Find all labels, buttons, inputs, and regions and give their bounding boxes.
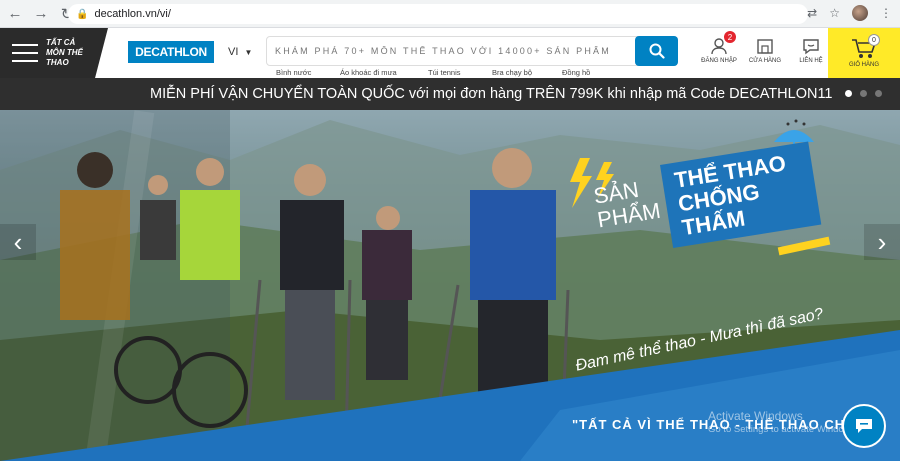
slide-dot[interactable]	[860, 90, 867, 97]
login-label: ĐĂNG NHẬP	[701, 58, 737, 64]
kebab-menu-icon[interactable]: ⋮	[880, 6, 892, 20]
search-button[interactable]	[635, 36, 678, 66]
cart-count-badge: 0	[868, 34, 880, 46]
star-icon[interactable]: ☆	[829, 6, 840, 20]
site-header: TẤT CẢ MÔN THỂ THAO DECATHLON VI ▼ Bình …	[0, 28, 900, 78]
promo-slide-dots	[845, 90, 882, 97]
store-label: CỬA HÀNG	[748, 58, 782, 64]
chat-bubble-icon	[801, 34, 821, 58]
search-bar	[266, 36, 678, 66]
url-text: decathlon.vn/vi/	[94, 8, 171, 20]
suggestion-link[interactable]: Đồng hồ	[562, 68, 612, 77]
notification-badge: 2	[724, 31, 736, 43]
hamburger-icon	[12, 44, 38, 62]
suggestion-link[interactable]: Bra chạy bộ	[492, 68, 562, 77]
promo-text: MIỄN PHÍ VẬN CHUYỂN TOÀN QUỐC với mọi đơ…	[150, 86, 833, 102]
language-selector[interactable]: VI ▼	[228, 46, 252, 58]
cart-label: GIỎ HÀNG	[848, 62, 879, 68]
slider-prev-button[interactable]: ‹	[0, 224, 36, 260]
forward-icon[interactable]: →	[30, 3, 52, 25]
back-icon[interactable]: ←	[4, 3, 26, 25]
watermark-line1: Activate Windows	[708, 409, 803, 423]
search-suggestions: Bình nước Áo khoác đi mưa Túi tennis Bra…	[276, 68, 612, 77]
decathlon-logo[interactable]: DECATHLON	[128, 41, 214, 63]
slider-next-button[interactable]: ›	[864, 224, 900, 260]
translate-icon[interactable]: ⇄	[807, 6, 817, 20]
watermark-line2: Go to Settings to activate Windows.	[708, 424, 858, 435]
search-input[interactable]	[267, 37, 637, 65]
language-label: VI	[228, 46, 239, 58]
login-button[interactable]: 2 ĐĂNG NHẬP	[696, 31, 742, 64]
all-sports-menu-button[interactable]: TẤT CẢ MÔN THỂ THAO	[0, 28, 108, 78]
profile-avatar[interactable]	[852, 5, 868, 21]
store-icon	[755, 34, 775, 58]
suggestion-link[interactable]: Áo khoác đi mưa	[340, 68, 428, 77]
chat-icon	[856, 419, 872, 433]
caret-down-icon: ▼	[244, 48, 253, 57]
search-icon	[649, 43, 665, 59]
live-chat-button[interactable]	[842, 404, 886, 448]
contact-label: LIÊN HỆ	[799, 58, 823, 64]
slide-dot[interactable]	[875, 90, 882, 97]
windows-activation-watermark: Activate Windows Go to Settings to activ…	[708, 410, 858, 436]
cart-button[interactable]: 0 GIỎ HÀNG	[828, 28, 900, 78]
lock-icon: 🔒	[76, 8, 89, 20]
suggestion-link[interactable]: Bình nước	[276, 68, 340, 77]
slide-dot[interactable]	[845, 90, 852, 97]
suggestion-link[interactable]: Túi tennis	[428, 68, 492, 77]
browser-toolbar: ← → ↻ 🔒 decathlon.vn/vi/ ⇄ ☆ ⋮	[0, 0, 900, 28]
all-sports-label: TẤT CẢ MÔN THỂ THAO	[46, 38, 83, 67]
address-bar[interactable]: 🔒 decathlon.vn/vi/	[68, 4, 808, 24]
promo-banner[interactable]: MIỄN PHÍ VẬN CHUYỂN TOÀN QUỐC với mọi đơ…	[0, 78, 900, 110]
store-button[interactable]: CỬA HÀNG	[742, 34, 788, 64]
